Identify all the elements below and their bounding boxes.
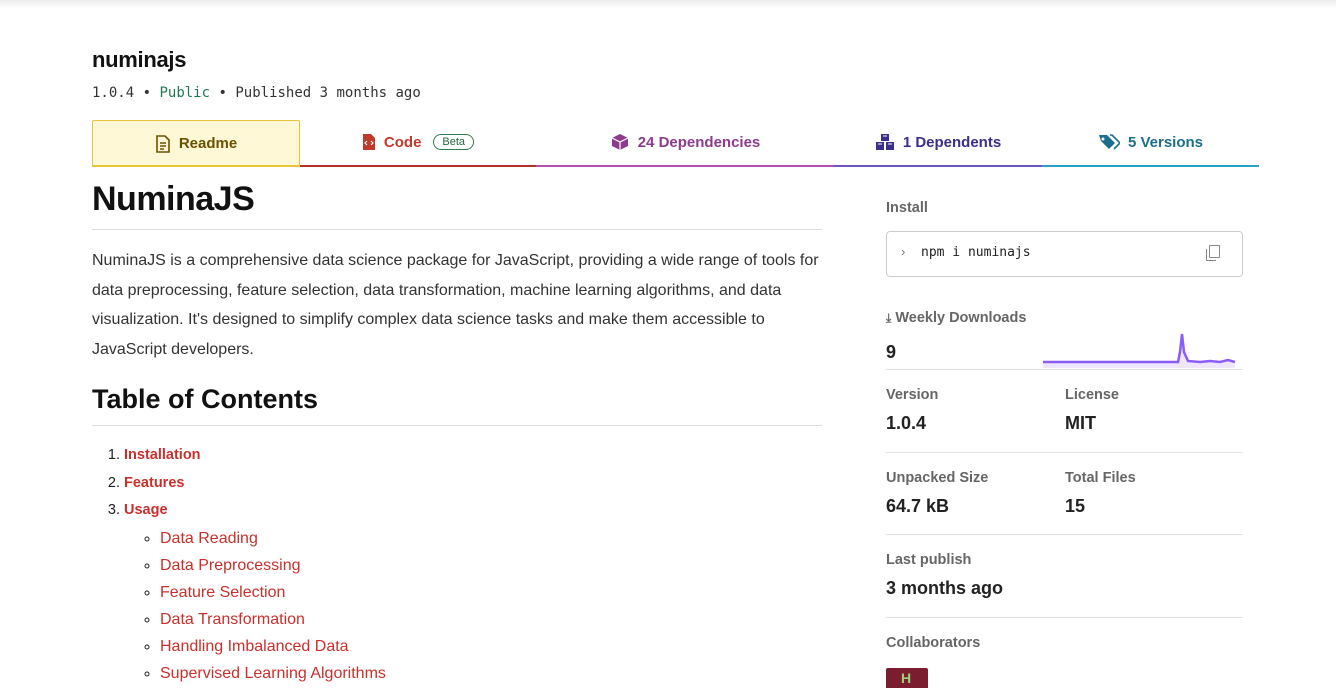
table-of-contents: Installation Features Usage Data Reading… [92, 442, 822, 687]
version-stat: Version 1.0.4 [886, 387, 938, 434]
divider [886, 617, 1243, 618]
toc-link-data-transformation[interactable]: Data Transformation [160, 611, 305, 628]
toc-item: Installation [124, 442, 822, 470]
last-publish-value: 3 months ago [886, 578, 1004, 598]
toc-item: Features [124, 470, 822, 498]
copy-icon[interactable] [1206, 245, 1220, 261]
tab-dependents-label: 1 Dependents [902, 133, 1002, 151]
tab-versions[interactable]: 5 Versions [1042, 120, 1259, 167]
license-value: MIT [1065, 413, 1096, 433]
total-files-stat: Total Files 15 [1065, 470, 1136, 517]
version-value: 1.0.4 [886, 413, 927, 433]
collaborators-label: Collaborators [886, 635, 981, 651]
avatar[interactable]: H [886, 668, 928, 688]
toc-subitem: Data Transformation [160, 606, 822, 633]
separator: • [218, 85, 227, 101]
readme-intro: NuminaJS is a comprehensive data science… [92, 252, 819, 358]
unpacked-size-stat: Unpacked Size 64.7 kB [886, 470, 988, 517]
download-icon: ⤓ [886, 311, 892, 325]
toc-subitem: Data Preprocessing [160, 552, 822, 579]
box-icon [611, 134, 628, 150]
toc-link-installation[interactable]: Installation [124, 447, 201, 463]
toc-link-feature-selection[interactable]: Feature Selection [160, 584, 285, 601]
tab-dependencies[interactable]: 24 Dependencies [536, 120, 834, 167]
header-shadow [0, 0, 1336, 8]
toc-link-supervised-learning[interactable]: Supervised Learning Algorithms [160, 665, 386, 682]
total-files-value: 15 [1065, 496, 1086, 516]
toc-link-data-reading[interactable]: Data Reading [160, 530, 258, 547]
unpacked-size-label: Unpacked Size [886, 470, 989, 486]
weekly-downloads-label: ⤓ Weekly Downloads [886, 310, 1026, 326]
toc-heading: Table of Contents [92, 384, 822, 426]
divider [886, 369, 1243, 370]
tab-versions-label: 5 Versions [1127, 133, 1204, 151]
toc-link-usage[interactable]: Usage [124, 502, 168, 518]
total-files-label: Total Files [1065, 470, 1136, 486]
published-date: Published 3 months ago [235, 85, 421, 101]
readme-title: NuminaJS [92, 180, 822, 230]
document-icon [156, 134, 170, 153]
toc-link-features[interactable]: Features [124, 475, 184, 491]
license-stat: License MIT [1065, 387, 1119, 434]
toc-link-data-preprocessing[interactable]: Data Preprocessing [160, 557, 301, 574]
code-file-icon [362, 134, 375, 150]
install-command[interactable]: npm i numinajs [921, 245, 1031, 260]
tab-dependencies-underline [536, 165, 834, 167]
chevron-right-icon: › [901, 244, 906, 259]
toc-subitem: Handling Imbalanced Data [160, 633, 822, 660]
install-command-box[interactable]: › npm i numinajs [886, 231, 1243, 277]
weekly-downloads-text: Weekly Downloads [895, 310, 1027, 326]
package-version: 1.0.4 [92, 85, 135, 101]
tab-dependencies-label: 24 Dependencies [637, 133, 761, 151]
install-label: Install [886, 200, 928, 216]
visibility-label: Public [159, 85, 211, 101]
package-name: numinajs [92, 47, 187, 72]
last-publish-label: Last publish [886, 552, 972, 568]
toc-subitem: Data Reading [160, 525, 822, 552]
last-publish-stat: Last publish 3 months ago [886, 552, 1003, 599]
divider [886, 534, 1243, 535]
version-label: Version [886, 387, 939, 403]
toc-link-imbalanced-data[interactable]: Handling Imbalanced Data [160, 638, 349, 655]
tab-dependents[interactable]: 1 Dependents [834, 120, 1042, 167]
toc-subitem: Supervised Learning Algorithms [160, 660, 822, 687]
tab-dependents-underline [834, 165, 1042, 167]
tags-icon [1098, 134, 1120, 150]
tab-readme[interactable]: Readme [92, 120, 300, 167]
tab-code-label: Code [383, 133, 422, 151]
avatar-glyph: H [901, 670, 912, 686]
tab-readme-underline [92, 165, 300, 167]
readme-content: NuminaJS NuminaJS is a comprehensive dat… [92, 180, 822, 687]
separator: • [142, 85, 152, 101]
divider [886, 452, 1243, 453]
boxes-icon [875, 134, 894, 150]
tab-code[interactable]: Code Beta [300, 120, 536, 167]
tab-versions-underline [1042, 165, 1259, 167]
usage-sublist: Data Reading Data Preprocessing Feature … [124, 525, 822, 687]
beta-badge: Beta [433, 134, 475, 150]
downloads-sparkline [1043, 333, 1236, 368]
unpacked-size-value: 64.7 kB [886, 496, 950, 516]
package-meta: 1.0.4 • Public • Published 3 months ago [92, 85, 421, 101]
license-label: License [1065, 387, 1119, 403]
tab-readme-label: Readme [178, 135, 238, 152]
tab-code-underline [300, 165, 536, 167]
weekly-downloads-value: 9 [886, 342, 897, 362]
package-tabs: Readme Code Beta 24 Dependencies 1 Depen… [92, 120, 1259, 167]
toc-subitem: Feature Selection [160, 579, 822, 606]
toc-item: Usage Data Reading Data Preprocessing Fe… [124, 497, 822, 687]
